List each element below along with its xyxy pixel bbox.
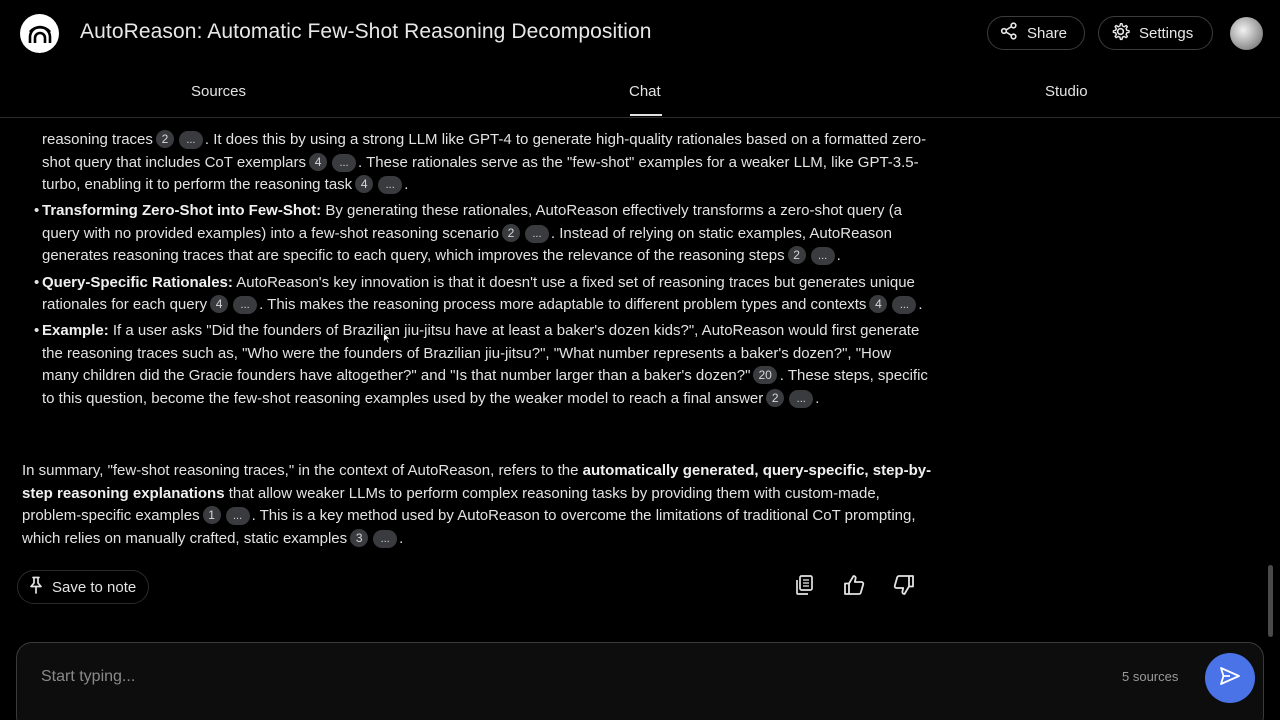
save-to-note-button[interactable]: Save to note	[17, 570, 150, 604]
sources-count: 5 sources	[1122, 669, 1179, 684]
notebook-title: AutoReason: Automatic Few-Shot Reasoning…	[80, 20, 652, 43]
send-button[interactable]	[1205, 653, 1255, 703]
citation-chip[interactable]: 3	[350, 528, 369, 547]
mouse-cursor-icon	[383, 331, 392, 349]
citation-chip[interactable]: 1	[202, 506, 221, 525]
pin-icon	[28, 576, 44, 598]
chat-input[interactable]	[41, 665, 941, 689]
settings-button[interactable]: Settings	[1098, 16, 1213, 50]
more-citations-chip[interactable]: ...	[178, 131, 203, 149]
share-label: Share	[1027, 24, 1068, 42]
more-citations-chip[interactable]: ...	[225, 507, 250, 526]
chat-panel: reasoning traces 2.... It does this by us…	[0, 118, 1280, 638]
citation-chip[interactable]: 2	[501, 223, 520, 242]
more-citations-chip[interactable]: ...	[233, 296, 258, 315]
share-button[interactable]: Share	[987, 16, 1085, 50]
bullet: •	[34, 202, 40, 220]
thumbs-up-icon	[842, 574, 866, 601]
more-citations-chip[interactable]: ...	[789, 390, 814, 409]
copy-button[interactable]	[790, 573, 818, 601]
bullet: •	[34, 273, 40, 291]
tab-studio[interactable]: Studio	[1045, 83, 1088, 100]
response-bullet-list: reasoning traces 2.... It does this by us…	[0, 129, 940, 414]
avatar[interactable]	[1230, 17, 1263, 50]
more-citations-chip[interactable]: ...	[892, 296, 917, 315]
bullet-title: Transforming Zero-Shot into Few-Shot:	[42, 202, 322, 220]
summary-paragraph: In summary, "few-shot reasoning traces,"…	[22, 462, 932, 548]
list-item: • Transforming Zero-Shot into Few-Shot: B…	[34, 202, 903, 266]
citation-chip[interactable]: 2	[155, 130, 174, 148]
citation-chip[interactable]: 4	[355, 175, 374, 194]
list-item: • Example: If a user asks "Did the founde…	[34, 322, 928, 409]
tab-chat[interactable]: Chat	[629, 83, 661, 100]
more-citations-chip[interactable]: ...	[373, 529, 398, 548]
app-header: AutoReason: Automatic Few-Shot Reasoning…	[0, 0, 1280, 68]
citation-chip[interactable]: 20	[753, 366, 777, 385]
citation-chip[interactable]: 4	[309, 152, 328, 171]
send-icon	[1219, 666, 1241, 691]
citation-chip[interactable]: 2	[787, 246, 806, 265]
more-citations-chip[interactable]: ...	[378, 176, 403, 195]
more-citations-chip[interactable]: ...	[810, 247, 835, 266]
settings-label: Settings	[1139, 24, 1194, 42]
bullet-title: Example:	[42, 322, 109, 340]
tab-sources[interactable]: Sources	[191, 83, 246, 100]
save-to-note-label: Save to note	[52, 578, 137, 596]
thumbs-up-button[interactable]	[840, 573, 868, 601]
share-icon	[1000, 22, 1018, 44]
list-item: • Query-Specific Rationales: AutoReason's…	[34, 273, 923, 315]
more-citations-chip[interactable]: ...	[524, 224, 549, 243]
bullet-title: Query-Specific Rationales:	[42, 273, 233, 291]
notebook-logo-icon[interactable]	[20, 14, 59, 53]
active-tab-indicator	[630, 114, 662, 116]
chat-scrollbar[interactable]	[1268, 565, 1273, 637]
thumbs-down-icon	[892, 574, 916, 601]
thumbs-down-button[interactable]	[890, 573, 918, 601]
citation-chip[interactable]: 2	[766, 389, 785, 408]
copy-icon	[793, 574, 815, 601]
citation-chip[interactable]: 4	[869, 295, 888, 314]
bullet: •	[34, 322, 40, 340]
list-item: reasoning traces 2.... It does this by us…	[42, 130, 927, 195]
gear-icon	[1111, 22, 1130, 45]
citation-chip[interactable]: 4	[210, 295, 229, 314]
chat-input-box: 5 sources	[16, 642, 1264, 720]
more-citations-chip[interactable]: ...	[332, 153, 357, 172]
tab-bar: Sources Chat Studio	[0, 68, 1280, 118]
